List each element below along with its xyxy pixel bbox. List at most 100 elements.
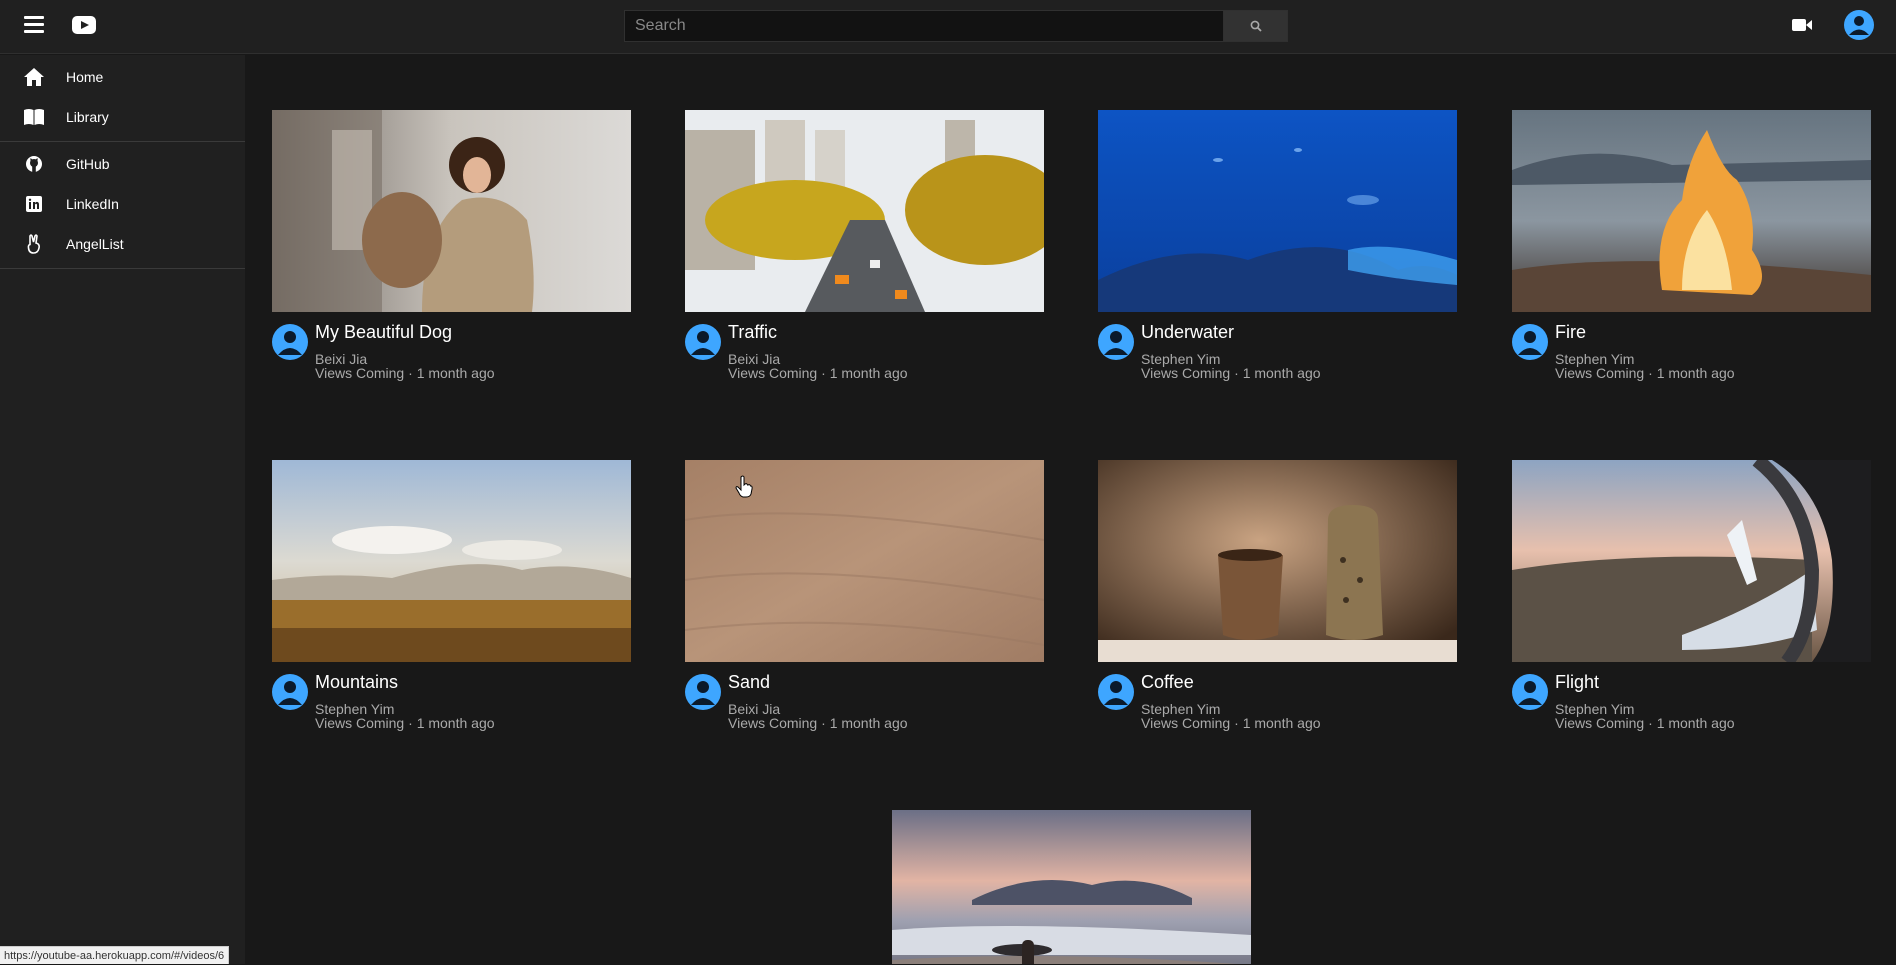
channel-avatar-icon[interactable] — [1512, 324, 1548, 360]
search-bar — [624, 10, 1288, 42]
video-title[interactable]: Traffic — [728, 322, 777, 343]
video-meta: Traffic Beixi Jia Views Coming · 1 month… — [685, 312, 1044, 382]
video-meta: Sand Beixi Jia Views Coming · 1 month ag… — [685, 662, 1044, 732]
user-avatar-icon[interactable] — [1844, 10, 1874, 40]
view-count: Views Coming — [1141, 365, 1231, 381]
video-card-dog[interactable]: My Beautiful Dog Beixi Jia Views Coming … — [272, 110, 631, 382]
video-title[interactable]: Flight — [1555, 672, 1599, 693]
channel-avatar-icon[interactable] — [1098, 324, 1134, 360]
channel-avatar-icon[interactable] — [1512, 674, 1548, 710]
upload-age: 1 month ago — [1242, 365, 1321, 381]
linkedin-icon — [22, 192, 46, 216]
video-card-underwater[interactable]: Underwater Stephen Yim Views Coming · 1 … — [1098, 110, 1457, 382]
channel-avatar-icon[interactable] — [685, 324, 721, 360]
video-card-mountains[interactable]: Mountains Stephen Yim Views Coming · 1 m… — [272, 460, 631, 732]
stats-separator: · — [1648, 715, 1653, 731]
stats-separator: · — [1648, 365, 1653, 381]
video-thumbnail[interactable] — [1098, 110, 1457, 312]
view-count: Views Coming — [728, 715, 818, 731]
video-thumbnail[interactable] — [1512, 460, 1871, 662]
stats-separator: · — [408, 365, 413, 381]
video-stats: Views Coming · 1 month ago — [1141, 365, 1321, 381]
video-thumbnail[interactable] — [272, 460, 631, 662]
home-icon — [22, 65, 46, 89]
video-card-fire[interactable]: Fire Stephen Yim Views Coming · 1 month … — [1512, 110, 1871, 382]
video-thumbnail[interactable] — [1098, 460, 1457, 662]
channel-avatar-icon[interactable] — [272, 674, 308, 710]
video-meta: Flight Stephen Yim Views Coming · 1 mont… — [1512, 662, 1871, 732]
video-grid: My Beautiful Dog Beixi Jia Views Coming … — [245, 55, 1896, 964]
sidebar-item-label: AngelList — [66, 236, 124, 252]
channel-avatar-icon[interactable] — [1098, 674, 1134, 710]
angellist-icon — [22, 232, 46, 256]
video-thumbnail[interactable] — [272, 110, 631, 312]
upload-age: 1 month ago — [829, 715, 908, 731]
sidebar-item-home[interactable]: Home — [0, 57, 245, 97]
stats-separator: · — [821, 715, 826, 731]
stats-separator: · — [1234, 715, 1239, 731]
sidebar-item-angellist[interactable]: AngelList — [0, 224, 245, 264]
search-button[interactable] — [1224, 10, 1288, 42]
view-count: Views Coming — [1555, 365, 1645, 381]
video-stats: Views Coming · 1 month ago — [728, 365, 908, 381]
channel-avatar-icon[interactable] — [685, 674, 721, 710]
sidebar-item-linkedin[interactable]: LinkedIn — [0, 184, 245, 224]
video-title[interactable]: Fire — [1555, 322, 1586, 343]
view-count: Views Coming — [315, 715, 405, 731]
view-count: Views Coming — [728, 365, 818, 381]
upload-age: 1 month ago — [416, 715, 495, 731]
sidebar-item-label: Home — [66, 69, 104, 85]
video-card-coffee[interactable]: Coffee Stephen Yim Views Coming · 1 mont… — [1098, 460, 1457, 732]
top-header — [0, 0, 1896, 54]
upload-age: 1 month ago — [416, 365, 495, 381]
video-camera-icon[interactable] — [1790, 16, 1814, 34]
sidebar-main-group: Home Library — [0, 55, 245, 142]
sidebar-item-label: GitHub — [66, 156, 110, 172]
video-stats: Views Coming · 1 month ago — [315, 365, 495, 381]
video-meta: Coffee Stephen Yim Views Coming · 1 mont… — [1098, 662, 1457, 732]
video-card-flight[interactable]: Flight Stephen Yim Views Coming · 1 mont… — [1512, 460, 1871, 732]
view-count: Views Coming — [1555, 715, 1645, 731]
video-meta: My Beautiful Dog Beixi Jia Views Coming … — [272, 312, 631, 382]
video-meta: Fire Stephen Yim Views Coming · 1 month … — [1512, 312, 1871, 382]
video-title[interactable]: Underwater — [1141, 322, 1234, 343]
sidebar-links-group: GitHub LinkedIn AngelList — [0, 142, 245, 269]
video-thumbnail[interactable] — [892, 810, 1251, 964]
sidebar: Home Library GitHub LinkedIn AngelList — [0, 55, 245, 964]
view-count: Views Coming — [1141, 715, 1231, 731]
upload-age: 1 month ago — [1656, 715, 1735, 731]
pointer-hand-icon — [735, 475, 753, 498]
stats-separator: · — [408, 715, 413, 731]
sidebar-item-label: Library — [66, 109, 109, 125]
upload-age: 1 month ago — [1242, 715, 1321, 731]
status-url: https://youtube-aa.herokuapp.com/#/video… — [0, 946, 230, 964]
video-stats: Views Coming · 1 month ago — [728, 715, 908, 731]
stats-separator: · — [1234, 365, 1239, 381]
video-title[interactable]: Coffee — [1141, 672, 1194, 693]
video-meta: Mountains Stephen Yim Views Coming · 1 m… — [272, 662, 631, 732]
video-stats: Views Coming · 1 month ago — [1141, 715, 1321, 731]
video-meta: Underwater Stephen Yim Views Coming · 1 … — [1098, 312, 1457, 382]
library-icon — [22, 105, 46, 129]
video-thumbnail[interactable] — [1512, 110, 1871, 312]
github-icon — [22, 152, 46, 176]
video-card-sand[interactable]: Sand Beixi Jia Views Coming · 1 month ag… — [685, 460, 1044, 732]
video-card-traffic[interactable]: Traffic Beixi Jia Views Coming · 1 month… — [685, 110, 1044, 382]
search-input[interactable] — [624, 10, 1224, 42]
video-title[interactable]: Mountains — [315, 672, 398, 693]
search-icon — [1250, 20, 1262, 32]
video-thumbnail[interactable] — [685, 110, 1044, 312]
video-title[interactable]: Sand — [728, 672, 770, 693]
youtube-logo-icon[interactable] — [72, 16, 96, 34]
sidebar-item-label: LinkedIn — [66, 196, 119, 212]
video-stats: Views Coming · 1 month ago — [1555, 715, 1735, 731]
video-stats: Views Coming · 1 month ago — [315, 715, 495, 731]
menu-icon[interactable] — [24, 16, 46, 34]
stats-separator: · — [821, 365, 826, 381]
video-title[interactable]: My Beautiful Dog — [315, 322, 452, 343]
video-card-beach[interactable] — [892, 810, 1251, 964]
sidebar-item-github[interactable]: GitHub — [0, 144, 245, 184]
view-count: Views Coming — [315, 365, 405, 381]
channel-avatar-icon[interactable] — [272, 324, 308, 360]
sidebar-item-library[interactable]: Library — [0, 97, 245, 137]
